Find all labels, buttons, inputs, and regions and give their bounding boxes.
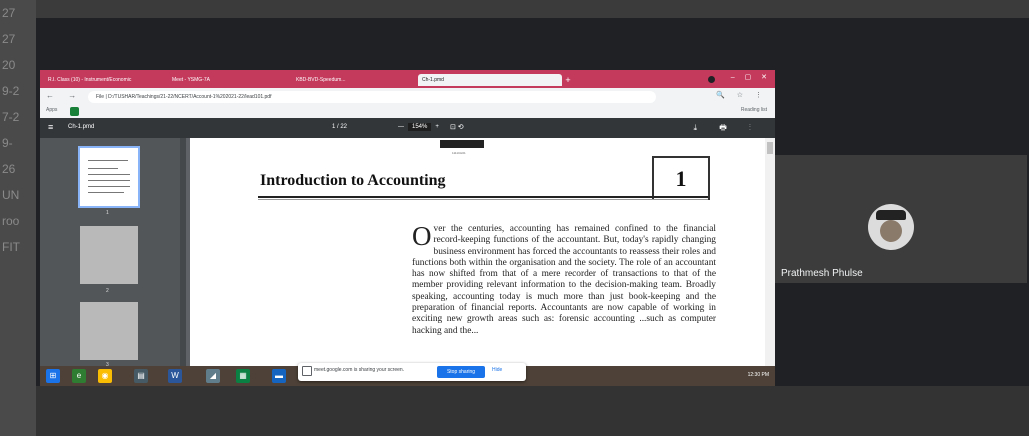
hide-button[interactable]: Hide — [492, 367, 502, 373]
chapter-number: 1 — [652, 156, 710, 200]
app-icon[interactable]: ◢ — [206, 369, 220, 383]
system-tray-clock[interactable]: 12:30 PM — [748, 372, 769, 378]
url-field[interactable]: File | D:/TUSHAR/Teachings/21-22/NCERT/A… — [88, 91, 656, 103]
zoom-level[interactable]: 154% — [408, 123, 432, 131]
app-icon[interactable]: ▤ — [134, 369, 148, 383]
title-rule-thin — [258, 199, 708, 200]
sharing-message: meet.google.com is sharing your screen. — [314, 367, 405, 373]
drag-handle-icon[interactable] — [302, 366, 312, 376]
qr-code — [440, 140, 484, 148]
sheets-bookmark-icon[interactable] — [70, 107, 79, 116]
browser-tab-active[interactable]: Ch-1.pmd — [418, 74, 562, 86]
thumbnail-number: 1 — [106, 210, 109, 216]
title-rule — [258, 196, 708, 198]
page-scrollbar[interactable] — [765, 138, 775, 366]
bg-fragment: 27 — [2, 6, 16, 20]
bg-fragment: 7-2 — [2, 110, 20, 124]
thumbnail-number: 2 — [106, 288, 109, 294]
chapter-title: Introduction to Accounting — [260, 172, 446, 189]
sidebar-scrollbar[interactable] — [180, 138, 186, 366]
bg-fragment: UN — [2, 188, 20, 202]
drop-cap: O — [412, 221, 432, 251]
browser-tab[interactable]: R.I. Class (10) - Instrument/Economic — [44, 74, 166, 86]
pdf-file-name: Ch-1.pmd — [68, 124, 95, 130]
address-actions[interactable]: 🔍 ☆ ⋮ — [716, 91, 767, 99]
bg-fragment: 26 — [2, 162, 16, 176]
browser-tab[interactable]: KBD-BVD-Speedum... — [292, 74, 416, 86]
participant-avatar — [868, 204, 914, 250]
bg-fragment: 9- — [2, 136, 13, 150]
page-thumbnail[interactable] — [80, 226, 138, 284]
avatar-face — [880, 220, 902, 242]
app-icon[interactable]: ▬ — [272, 369, 286, 383]
browser-tab[interactable]: Meet - YSMG-7A — [168, 74, 290, 86]
new-tab-button[interactable]: + — [561, 74, 575, 86]
pdf-toolbar: ≡ Ch-1.pmd 1 / 22 — 154% + ⊡ ⟲ ⤓ 🖶 ⋮ — [40, 118, 775, 138]
apps-shortcut[interactable]: Apps — [46, 107, 57, 113]
profile-icon[interactable] — [708, 76, 715, 83]
stop-sharing-button[interactable]: Stop sharing — [437, 366, 485, 378]
sharing-notification-bar: meet.google.com is sharing your screen. … — [298, 363, 526, 381]
window-controls[interactable]: – ▢ ✕ — [731, 73, 771, 81]
bg-fragment: 20 — [2, 58, 16, 72]
zoom-in-button[interactable]: + — [435, 124, 439, 130]
page-indicator[interactable]: 1 / 22 — [332, 124, 347, 130]
shared-screen: R.I. Class (10) - Instrument/Economic Me… — [40, 70, 775, 386]
chapter-body: Over the centuries, accounting has remai… — [412, 221, 716, 337]
bg-fragment: 27 — [2, 32, 16, 46]
edge-icon[interactable]: e — [72, 369, 86, 383]
browser-tab-strip: R.I. Class (10) - Instrument/Economic Me… — [40, 70, 775, 88]
menu-icon[interactable]: ≡ — [48, 122, 53, 132]
body-paragraph: ver the centuries, accounting has remain… — [412, 224, 716, 336]
qr-caption: 1111CH01 — [452, 151, 466, 155]
excel-icon[interactable]: ▦ — [236, 369, 250, 383]
address-bar-row: ← → C File | D:/TUSHAR/Teachings/21-22/N… — [40, 88, 775, 106]
avatar-hat — [876, 210, 906, 220]
background-bottom — [36, 386, 1029, 436]
start-icon[interactable]: ⊞ — [46, 369, 60, 383]
chrome-icon[interactable]: ◉ — [98, 369, 112, 383]
bg-fragment: FIT — [2, 240, 20, 254]
pdf-page: 1111CH01 Introduction to Accounting 1 Ov… — [190, 138, 765, 366]
zoom-out-button[interactable]: — — [398, 124, 404, 130]
zoom-controls: — 154% + — [398, 123, 439, 131]
bg-fragment: roo — [2, 214, 20, 228]
reading-list[interactable]: Reading list — [741, 107, 767, 113]
bg-fragment: 9-2 — [2, 84, 20, 98]
download-print-more[interactable]: ⤓ 🖶 ⋮ — [693, 122, 761, 136]
page-thumbnail[interactable] — [80, 302, 138, 360]
participant-name: Prathmesh Phulse — [781, 268, 863, 279]
word-icon[interactable]: W — [168, 369, 182, 383]
scroll-thumb[interactable] — [767, 142, 773, 154]
fit-rotate-icons[interactable]: ⊡ ⟲ — [450, 123, 464, 131]
thumbnail-sidebar: 1 2 3 — [40, 138, 180, 368]
page-thumbnail[interactable] — [78, 146, 140, 208]
background-window-strip: 27 27 20 9-2 7-2 9- 26 UN roo FIT — [0, 0, 36, 436]
